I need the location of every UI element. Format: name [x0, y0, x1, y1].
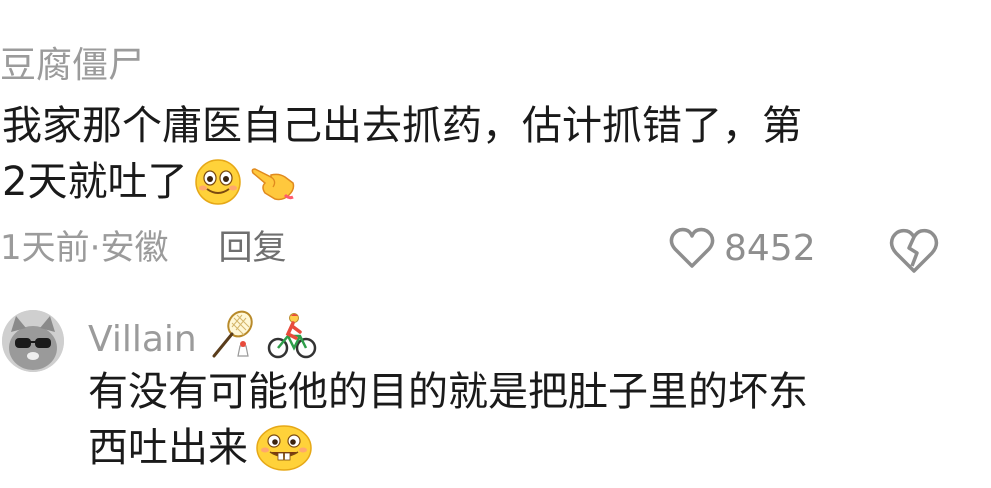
broken-heart-icon[interactable] — [886, 226, 942, 276]
comment-text: 有没有可能他的目的就是把肚子里的坏东 西吐出来 — [88, 364, 968, 476]
comment-meta: 1天前·安徽 回复 — [0, 224, 286, 272]
grinning-smile-emoji — [195, 159, 242, 205]
comment-time-location: 1天前·安徽 — [0, 228, 169, 268]
comment-username[interactable]: 豆腐僵尸 — [0, 44, 144, 88]
avatar[interactable] — [2, 310, 64, 372]
pointing-hand-emoji — [252, 168, 295, 201]
like-count: 8452 — [724, 227, 816, 269]
comment-username[interactable]: Villain — [88, 318, 197, 362]
comment-text-line: 有没有可能他的目的就是把肚子里的坏东 — [88, 369, 808, 415]
reply-button[interactable]: 回复 — [218, 224, 286, 272]
like-button[interactable]: 8452 — [668, 224, 816, 272]
comment: 豆腐僵尸 我家那个庸医自己出去抓药，估计抓错了，第 2天就吐了 1天前·安徽 回… — [0, 0, 991, 290]
heart-icon — [669, 227, 715, 268]
cat-sunglasses-avatar-icon — [2, 310, 64, 372]
comment-text-line: 2天就吐了 — [2, 159, 188, 205]
comment: Villain 有没有可能他的目的就是把肚子里的坏东 西吐出来 — [0, 290, 991, 488]
comment-text: 我家那个庸医自己出去抓药，估计抓错了，第 2天就吐了 — [2, 98, 962, 210]
comment-text-line: 我家那个庸医自己出去抓药，估计抓错了，第 — [2, 103, 802, 149]
cyclist-icon — [267, 313, 317, 359]
comment-text-line: 西吐出来 — [88, 425, 248, 471]
buck-tooth-grin-emoji — [256, 425, 312, 471]
user-badges — [206, 310, 318, 362]
badminton-icon — [212, 310, 253, 358]
